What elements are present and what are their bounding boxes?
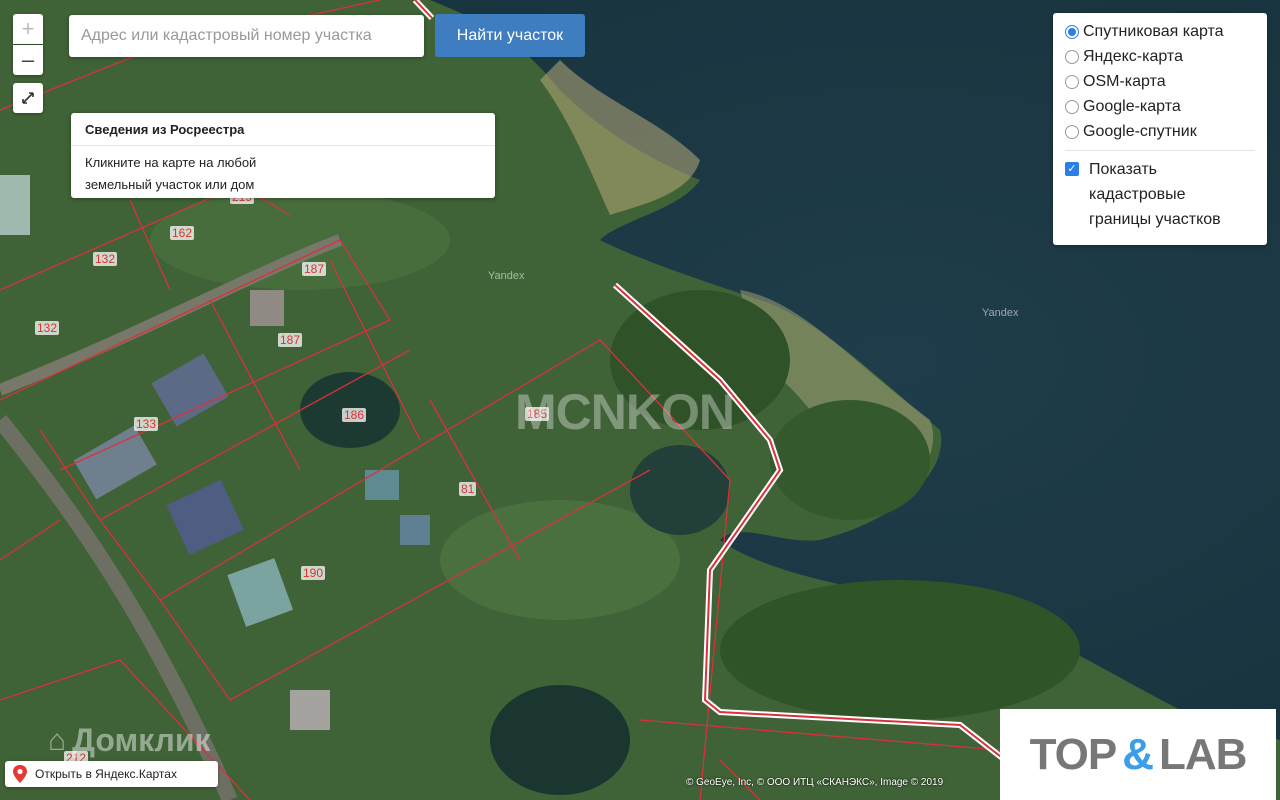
layer-label: Яндекс-карта (1083, 47, 1183, 65)
search-input[interactable] (69, 15, 424, 57)
map-layers-panel: Спутниковая карта Яндекс-карта OSM-карта… (1053, 13, 1267, 245)
layer-option-yandex[interactable]: Яндекс-карта (1053, 44, 1267, 69)
domclick-watermark: ⌂ Домклик (48, 722, 211, 759)
checkbox-checked-icon[interactable]: ✓ (1065, 162, 1079, 176)
pond (630, 445, 730, 535)
info-panel-title: Сведения из Росреестра (71, 113, 495, 146)
divider (1065, 150, 1255, 151)
yandex-watermark: Yandex (982, 307, 1019, 319)
info-text-line: Кликните на карте на любой (85, 155, 257, 170)
forest-patch (770, 400, 930, 520)
zoom-out-button[interactable]: – (13, 45, 43, 75)
logo-text: TOP (1029, 729, 1118, 779)
plot-number: 186 (342, 408, 367, 422)
layer-label: Google-спутник (1083, 122, 1197, 140)
plot-number: 190 (301, 566, 326, 580)
layer-option-osm[interactable]: OSM-карта (1053, 69, 1267, 94)
layer-label: Спутниковая карта (1083, 22, 1224, 40)
plot-number: 132 (35, 321, 60, 335)
radio-unselected[interactable] (1065, 49, 1079, 64)
toplab-logo: TOP & LAB (1000, 709, 1276, 800)
logo-text: LAB (1159, 729, 1247, 779)
plot-number: 132 (93, 252, 118, 266)
radio-unselected[interactable] (1065, 99, 1079, 114)
house-roof (290, 690, 330, 730)
house-roof (400, 515, 430, 545)
rosreestr-info-panel: Сведения из Росреестра Кликните на карте… (71, 113, 495, 198)
plot-number: 162 (170, 226, 195, 240)
yandex-watermark: Yandex (488, 270, 525, 282)
domclick-text: Домклик (72, 722, 211, 758)
expand-icon (22, 92, 34, 104)
layer-option-google-map[interactable]: Google-карта (1053, 94, 1267, 119)
forest-patch (720, 580, 1080, 720)
radio-unselected[interactable] (1065, 74, 1079, 89)
plot-number: 81 (459, 482, 477, 496)
pond (490, 685, 630, 795)
map-copyright: © GeoEye, Inc, © ООО ИТЦ «СКАНЭКС», Imag… (686, 777, 944, 788)
fullscreen-button[interactable] (13, 83, 43, 113)
house-roof (250, 290, 284, 326)
cadastre-toggle-label: Показать кадастровые границы участков (1089, 161, 1221, 228)
watermark: MCNKON (515, 384, 735, 440)
plot-number: 187 (302, 262, 327, 276)
layer-option-google-satellite[interactable]: Google-спутник (1053, 119, 1267, 144)
radio-unselected[interactable] (1065, 124, 1079, 139)
layer-label: Google-карта (1083, 97, 1181, 115)
info-panel-text: Кликните на карте на любой земельный уча… (71, 146, 495, 202)
open-in-yandex-maps-link[interactable]: Открыть в Яндекс.Картах (5, 761, 218, 787)
radio-selected[interactable] (1065, 24, 1079, 39)
find-plot-button[interactable]: Найти участок (435, 14, 585, 57)
logo-ampersand: & (1122, 729, 1154, 779)
plot-number: 133 (134, 417, 159, 431)
info-text-line: земельный участок или дом (85, 177, 255, 192)
map-pin-icon (13, 765, 27, 783)
domclick-house-icon: ⌂ (48, 723, 67, 757)
layer-option-satellite[interactable]: Спутниковая карта (1053, 19, 1267, 44)
plot-number: 187 (278, 333, 303, 347)
house-roof (0, 175, 30, 235)
yandex-link-text: Открыть в Яндекс.Картах (35, 767, 177, 781)
house-roof (365, 470, 399, 500)
cadastre-boundaries-toggle[interactable]: ✓ Показать кадастровые границы участков (1053, 157, 1267, 232)
zoom-in-button[interactable]: + (13, 14, 43, 44)
layer-label: OSM-карта (1083, 72, 1166, 90)
